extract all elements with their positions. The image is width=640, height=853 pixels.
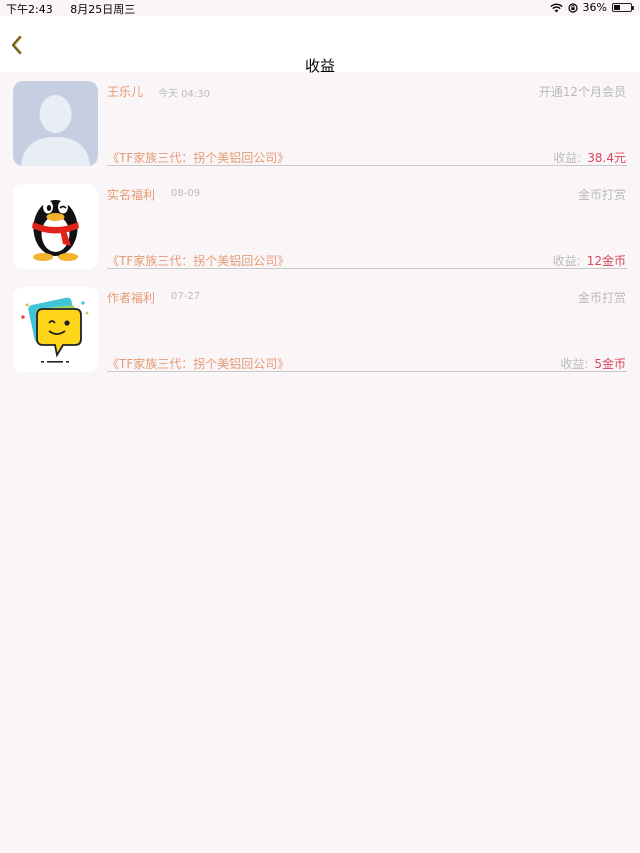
income-label: 收益:: [553, 151, 582, 165]
nav-bar: 收益: [0, 16, 640, 75]
back-button[interactable]: [6, 34, 28, 56]
entry-type: 开通12个月会员: [538, 85, 626, 99]
chevron-left-icon: [11, 35, 23, 55]
status-date: 8月25日周三: [70, 3, 136, 16]
entry-date: 08-09: [171, 188, 201, 199]
status-right: 36%: [549, 1, 634, 14]
battery-fill: [614, 5, 620, 10]
status-left: 下午2:43 8月25日周三: [6, 1, 135, 17]
entry-book-title[interactable]: 《TF家族三代：拐个美铝回公司》: [107, 355, 289, 372]
row-divider: [107, 371, 627, 372]
income-entry[interactable]: 王乐儿 今天 04:30 开通12个月会员 《TF家族三代：拐个美铝回公司》 收…: [0, 72, 640, 175]
wifi-icon: [549, 3, 563, 12]
entry-income: 收益: 5金币: [560, 355, 626, 372]
income-amount: 12金币: [586, 254, 626, 268]
default-user-avatar: [13, 81, 98, 166]
entry-name: 实名福利: [107, 188, 156, 202]
entry-type: 金币打赏: [577, 291, 626, 305]
income-label: 收益:: [552, 254, 581, 268]
entry-date: 07-27: [171, 291, 201, 302]
entry-type: 金币打赏: [577, 188, 626, 202]
battery-percent: 36%: [582, 1, 607, 14]
entry-income: 收益: 38.4元: [553, 149, 626, 166]
orientation-lock-icon: [567, 2, 578, 13]
income-label: 收益:: [560, 357, 589, 371]
entry-book-title[interactable]: 《TF家族三代：拐个美铝回公司》: [107, 252, 289, 269]
entry-date: 今天 04:30: [158, 89, 210, 100]
qq-penguin-avatar: [13, 184, 98, 269]
chat-bubble-face-avatar: [13, 287, 98, 372]
income-list: 王乐儿 今天 04:30 开通12个月会员 《TF家族三代：拐个美铝回公司》 收…: [0, 72, 640, 381]
row-divider: [107, 165, 627, 166]
entry-name: 王乐儿: [107, 85, 144, 99]
income-entry[interactable]: 实名福利 08-09 金币打赏 《TF家族三代：拐个美铝回公司》 收益: 12金币: [0, 175, 640, 278]
income-amount: 5金币: [594, 357, 626, 371]
income-amount: 38.4元: [587, 151, 626, 165]
entry-name: 作者福利: [107, 291, 156, 305]
income-entry[interactable]: 作者福利 07-27 金币打赏 《TF家族三代：拐个美铝回公司》 收益: 5金币: [0, 278, 640, 381]
battery-icon: [612, 3, 634, 12]
entry-book-title[interactable]: 《TF家族三代：拐个美铝回公司》: [107, 149, 289, 166]
status-bar: 下午2:43 8月25日周三 36%: [0, 0, 640, 16]
entry-income: 收益: 12金币: [553, 252, 626, 269]
row-divider: [107, 268, 627, 269]
status-time: 下午2:43: [6, 3, 53, 16]
